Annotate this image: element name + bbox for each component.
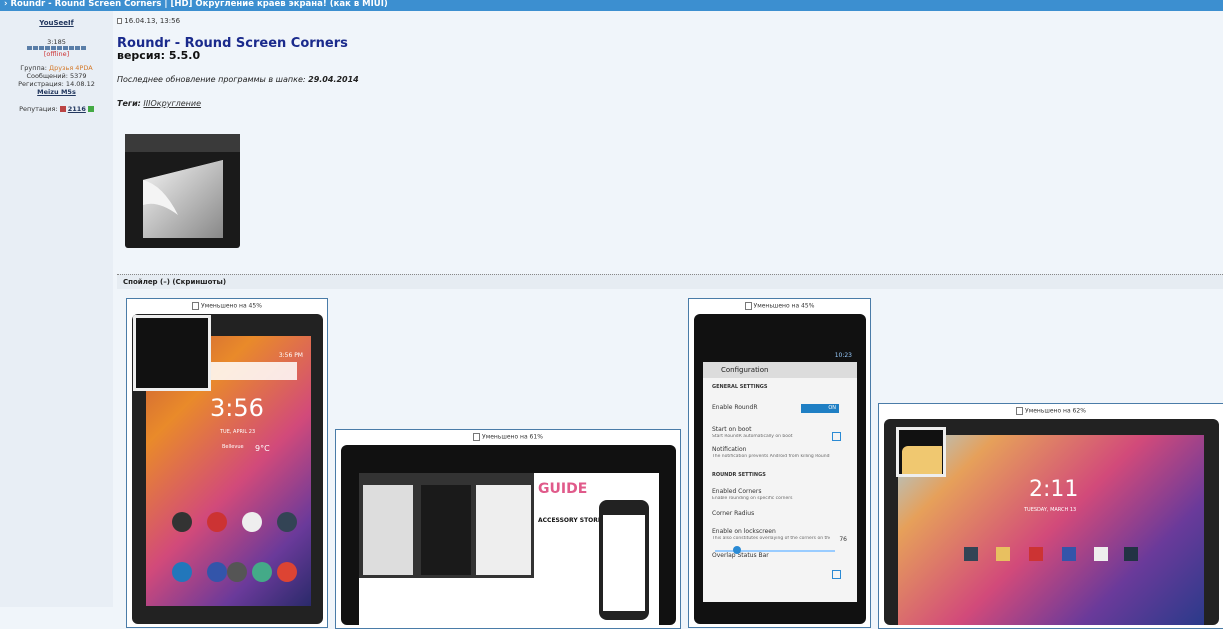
enable-toggle[interactable]: ON [801,404,839,413]
user-group: Группа: Друзья 4PDA [20,64,93,72]
post-date: 16.04.13, 13:56 [124,17,181,25]
screenshot-1-caption: Уменьшено на 45% [127,302,327,310]
config-row: The notification prevents Android from k… [712,454,830,459]
tag-link[interactable]: IIIОкругление [143,99,201,108]
post-body: 16.04.13, 13:56 Roundr - Round Screen Co… [113,11,1223,629]
user-device[interactable]: Meizu M5s [0,88,113,96]
config-row: Notification [712,446,747,453]
config-appbar: Configuration [703,362,857,378]
app-icon [123,130,242,249]
image-icon [192,302,200,310]
user-reputation: Репутация: 2116 [0,105,113,113]
username-link[interactable]: YouSeeIf [0,19,113,27]
post-link-icon[interactable] [117,18,122,24]
reputation-value[interactable]: 2116 [68,105,86,113]
tags-row: Теги: IIIОкругление [117,99,202,108]
config-phone-screenshot: 10:23 Configuration GENERAL SETTINGS Enab… [694,314,866,624]
config-row: This also constitutes overlaying of the … [712,536,830,541]
reputation-minus-icon[interactable] [59,106,66,112]
config-row: Start on boot [712,426,752,433]
image-icon [1016,407,1024,415]
config-row: Enabled Corners [712,488,762,495]
app-version: версия: 5.5.0 [117,49,201,62]
user-status: [offline] [43,50,70,58]
start-on-boot-checkbox[interactable] [832,432,841,441]
post-date-row: 16.04.13, 13:56 [117,17,180,25]
last-update: Последнее обновление программы в шапке: … [117,75,359,84]
screenshot-2-caption: Уменьшено на 61% [336,433,680,441]
user-messages: Сообщений: 5379 [26,72,87,80]
config-row: Corner Radius [712,510,755,517]
config-row: Enable rounding on specific corners [712,496,793,501]
corner-zoom-overlay [133,315,211,391]
clock-time: 3:56 [210,394,264,422]
screenshot-4[interactable]: Уменьшено на 62% 2:11 TUESDAY, MARCH 13 [878,403,1223,629]
phone-home-screenshot: 3:56 PM 3:56 TUE, APRIL 23 Bellevue 9°C [132,314,323,624]
tablet-home-screenshot: 2:11 TUESDAY, MARCH 13 [884,419,1219,625]
screenshot-4-caption: Уменьшено на 62% [879,407,1223,415]
image-icon [744,302,752,310]
corner-zoom-overlay [896,427,946,477]
image-icon [473,433,481,441]
reputation-plus-icon[interactable] [87,106,94,112]
config-row: Start RoundR automatically on boot [712,434,793,439]
config-row: ROUNDR SETTINGS [712,472,766,478]
screenshot-2[interactable]: Уменьшено на 61% GUIDE ACCESSORY STORE [335,429,681,629]
spoiler-toggle[interactable]: Спойлер (–) (Скриншоты) [117,274,1223,289]
user-sidebar: YouSeeIf 3:185 [offline] Группа: Друзья … [0,11,113,607]
topic-title: › Roundr - Round Screen Corners | [HD] О… [4,0,388,9]
user-rank: 3:185 [47,38,66,46]
screenshot-1[interactable]: Уменьшено на 45% 3:56 PM 3:56 TUE, APRIL… [126,298,328,628]
config-row: GENERAL SETTINGS [712,384,768,390]
user-registered: Регистрация: 14.08.12 [18,80,95,88]
screenshot-3[interactable]: Уменьшено на 45% 10:23 Configuration GEN… [688,298,871,628]
lockscreen-checkbox[interactable] [832,570,841,579]
radius-slider-thumb[interactable] [733,546,741,554]
tablet-web-screenshot: GUIDE ACCESSORY STORE [341,445,676,625]
config-row: Enable on lockscreen [712,528,776,535]
screenshot-3-caption: Уменьшено на 45% [689,302,870,310]
config-row: Overlap Status Bar [712,552,769,559]
topic-title-bar: › Roundr - Round Screen Corners | [HD] О… [0,0,1223,11]
